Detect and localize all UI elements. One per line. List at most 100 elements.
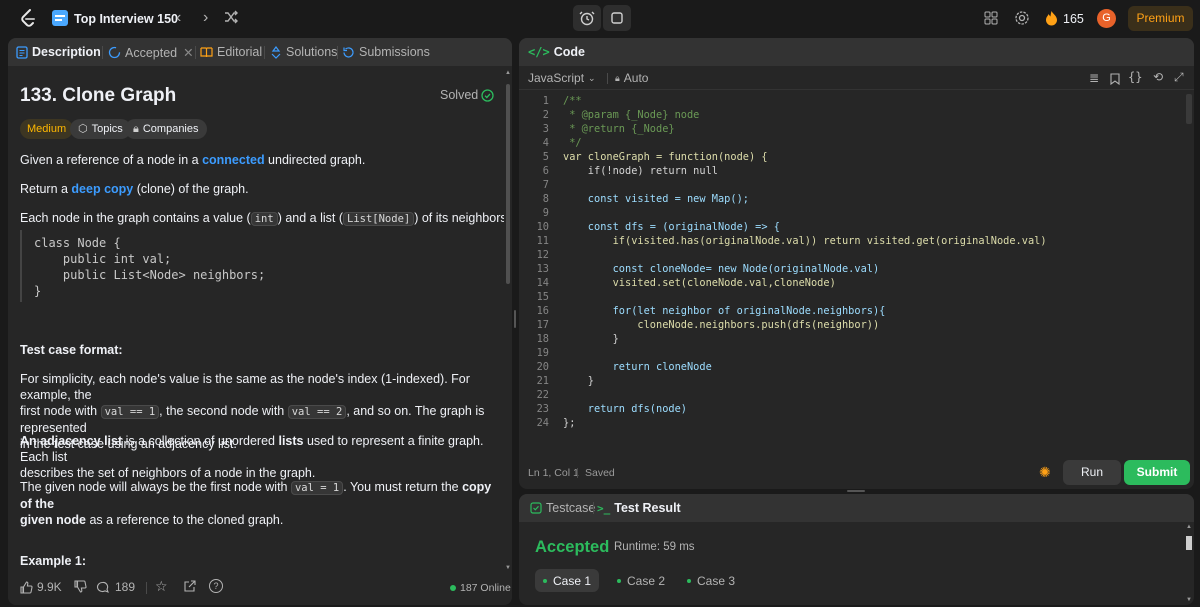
text: ) of its neighbors. xyxy=(414,211,511,225)
online-status: 187 Online xyxy=(450,582,511,594)
auto-mode[interactable]: 🔒︎ Auto xyxy=(615,71,648,85)
tab-editorial[interactable]: Editorial xyxy=(200,45,262,59)
line-number: 22 xyxy=(536,389,549,401)
tab-solutions[interactable]: Solutions xyxy=(270,45,337,59)
language-label: JavaScript xyxy=(528,71,585,85)
text: undirected graph. xyxy=(264,153,366,167)
line-number: 16 xyxy=(536,305,549,317)
case-tab-3[interactable]: Case 3 xyxy=(679,569,743,592)
star-icon[interactable]: ☆ xyxy=(155,578,168,595)
line-number: 23 xyxy=(536,403,549,415)
tab-divider xyxy=(102,46,103,59)
leetcode-logo-icon[interactable] xyxy=(18,8,38,28)
case-tab-1[interactable]: Case 1 xyxy=(535,569,599,592)
tab-accepted[interactable]: Accepted ✕ xyxy=(108,45,194,60)
scroll-thumb[interactable] xyxy=(506,84,510,284)
case-tab-2[interactable]: Case 2 xyxy=(609,569,673,592)
checkbox-icon xyxy=(530,502,542,514)
text-line: given node as a reference to the cloned … xyxy=(20,512,500,528)
connected-link[interactable]: connected xyxy=(202,153,265,167)
code-panel: </> Code JavaScript ⌄ 🔒︎ Auto ≣ {} ⟲ ⤢ 1… xyxy=(519,38,1194,489)
settings-gear-icon[interactable] xyxy=(1014,10,1030,31)
like-button[interactable]: 9.9K xyxy=(20,580,62,594)
code-line: } xyxy=(34,284,42,298)
debug-bug-icon[interactable]: ✺ xyxy=(1039,464,1051,481)
topics-chip[interactable]: ⬡ Topics xyxy=(70,119,131,139)
braces-icon[interactable]: {} xyxy=(1128,70,1142,84)
run-button[interactable]: Run xyxy=(1063,460,1121,485)
check-circle-icon xyxy=(481,88,494,102)
language-select[interactable]: JavaScript ⌄ xyxy=(528,71,596,85)
scroll-up-icon[interactable]: ▲ xyxy=(505,70,511,76)
panel-resize-handle[interactable] xyxy=(847,490,865,492)
submit-button[interactable]: Submit xyxy=(1124,460,1190,485)
timer-icon[interactable] xyxy=(573,5,601,31)
cursor-position: Ln 1, Col 1 xyxy=(528,467,579,479)
vertical-resize-handle[interactable] xyxy=(514,310,516,328)
tab-code[interactable]: </> Code xyxy=(528,45,585,59)
close-tab-icon[interactable]: ✕ xyxy=(183,45,193,60)
tab-submissions-label: Submissions xyxy=(359,45,430,59)
help-icon[interactable]: ? xyxy=(209,579,223,593)
verdict-label: Accepted xyxy=(535,538,610,556)
premium-button[interactable]: Premium xyxy=(1128,6,1193,31)
share-icon[interactable] xyxy=(183,580,196,598)
prev-problem-icon[interactable]: ‹ xyxy=(176,9,181,27)
status-divider xyxy=(577,468,578,478)
code-text: visited.set(cloneNode.val,cloneNode) xyxy=(563,277,836,289)
footer-divider xyxy=(146,582,147,594)
scroll-down-icon[interactable]: ▼ xyxy=(1186,597,1192,603)
scroll-up-icon[interactable]: ▲ xyxy=(1186,524,1192,530)
companies-chip[interactable]: 🔒︎ Companies xyxy=(125,119,207,139)
case-dot-icon xyxy=(542,578,547,583)
comments-button[interactable]: 189 xyxy=(96,580,135,594)
code-text: return dfs(node) xyxy=(563,403,687,415)
deep-copy-link[interactable]: deep copy xyxy=(71,182,133,196)
shuffle-icon[interactable] xyxy=(224,10,238,29)
code-line: class Node { xyxy=(34,236,121,250)
bold-text: lists xyxy=(278,434,304,448)
scroll-thumb[interactable] xyxy=(1186,536,1192,550)
lock-icon: 🔒︎ xyxy=(615,72,620,83)
line-number: 8 xyxy=(542,193,549,205)
inline-code: int xyxy=(250,212,278,226)
line-number: 4 xyxy=(542,137,549,149)
text: Return a xyxy=(20,182,72,196)
result-scrollbar[interactable]: ▲ ▼ xyxy=(1184,522,1194,605)
test-case-format-heading: Test case format: xyxy=(20,343,123,357)
tab-testcase[interactable]: Testcase xyxy=(530,501,595,515)
code-text: } xyxy=(563,375,594,387)
expand-icon[interactable]: ⤢ xyxy=(1174,70,1184,85)
editor-scrollbar[interactable] xyxy=(1186,94,1192,124)
reset-icon[interactable]: ⟲ xyxy=(1153,70,1163,84)
saved-status: Saved xyxy=(585,467,615,479)
line-number: 2 xyxy=(542,109,549,121)
list-title[interactable]: Top Interview 150 xyxy=(74,12,178,26)
tab-description[interactable]: Description xyxy=(16,45,101,59)
text: For simplicity, each node's value is the… xyxy=(20,372,470,402)
next-problem-icon[interactable]: › xyxy=(203,9,208,27)
case-label: Case 3 xyxy=(696,573,736,588)
bookmark-icon[interactable] xyxy=(1110,72,1120,90)
tab-test-result[interactable]: >_ Test Result xyxy=(597,501,681,515)
tab-submissions[interactable]: Submissions xyxy=(342,45,430,59)
code-text: } xyxy=(563,333,619,345)
text: Given a reference of a node in a xyxy=(20,153,203,167)
layout-icon[interactable] xyxy=(984,11,998,30)
tab-solutions-label: Solutions xyxy=(286,45,338,59)
code-editor[interactable]: 1 /** 2 * @param {_Node} node 3 * @return… xyxy=(519,94,1184,464)
format-icon[interactable]: ≣ xyxy=(1089,71,1099,85)
code-text: /** xyxy=(563,95,582,107)
code-brackets-icon: </> xyxy=(528,45,550,59)
note-icon[interactable] xyxy=(603,5,631,31)
thumbs-down-icon[interactable] xyxy=(74,580,87,598)
streak-fire-icon[interactable] xyxy=(1045,10,1058,31)
inline-code: val == 2 xyxy=(287,405,347,419)
problem-title[interactable]: 133. Clone Graph xyxy=(20,85,176,107)
line-number: 21 xyxy=(536,375,549,387)
tab-divider xyxy=(264,46,265,59)
text: first node with xyxy=(20,404,101,418)
avatar[interactable]: G xyxy=(1097,9,1116,28)
scrollbar[interactable]: ▲ ▼ xyxy=(504,68,512,573)
streak-count[interactable]: 165 xyxy=(1063,12,1084,26)
